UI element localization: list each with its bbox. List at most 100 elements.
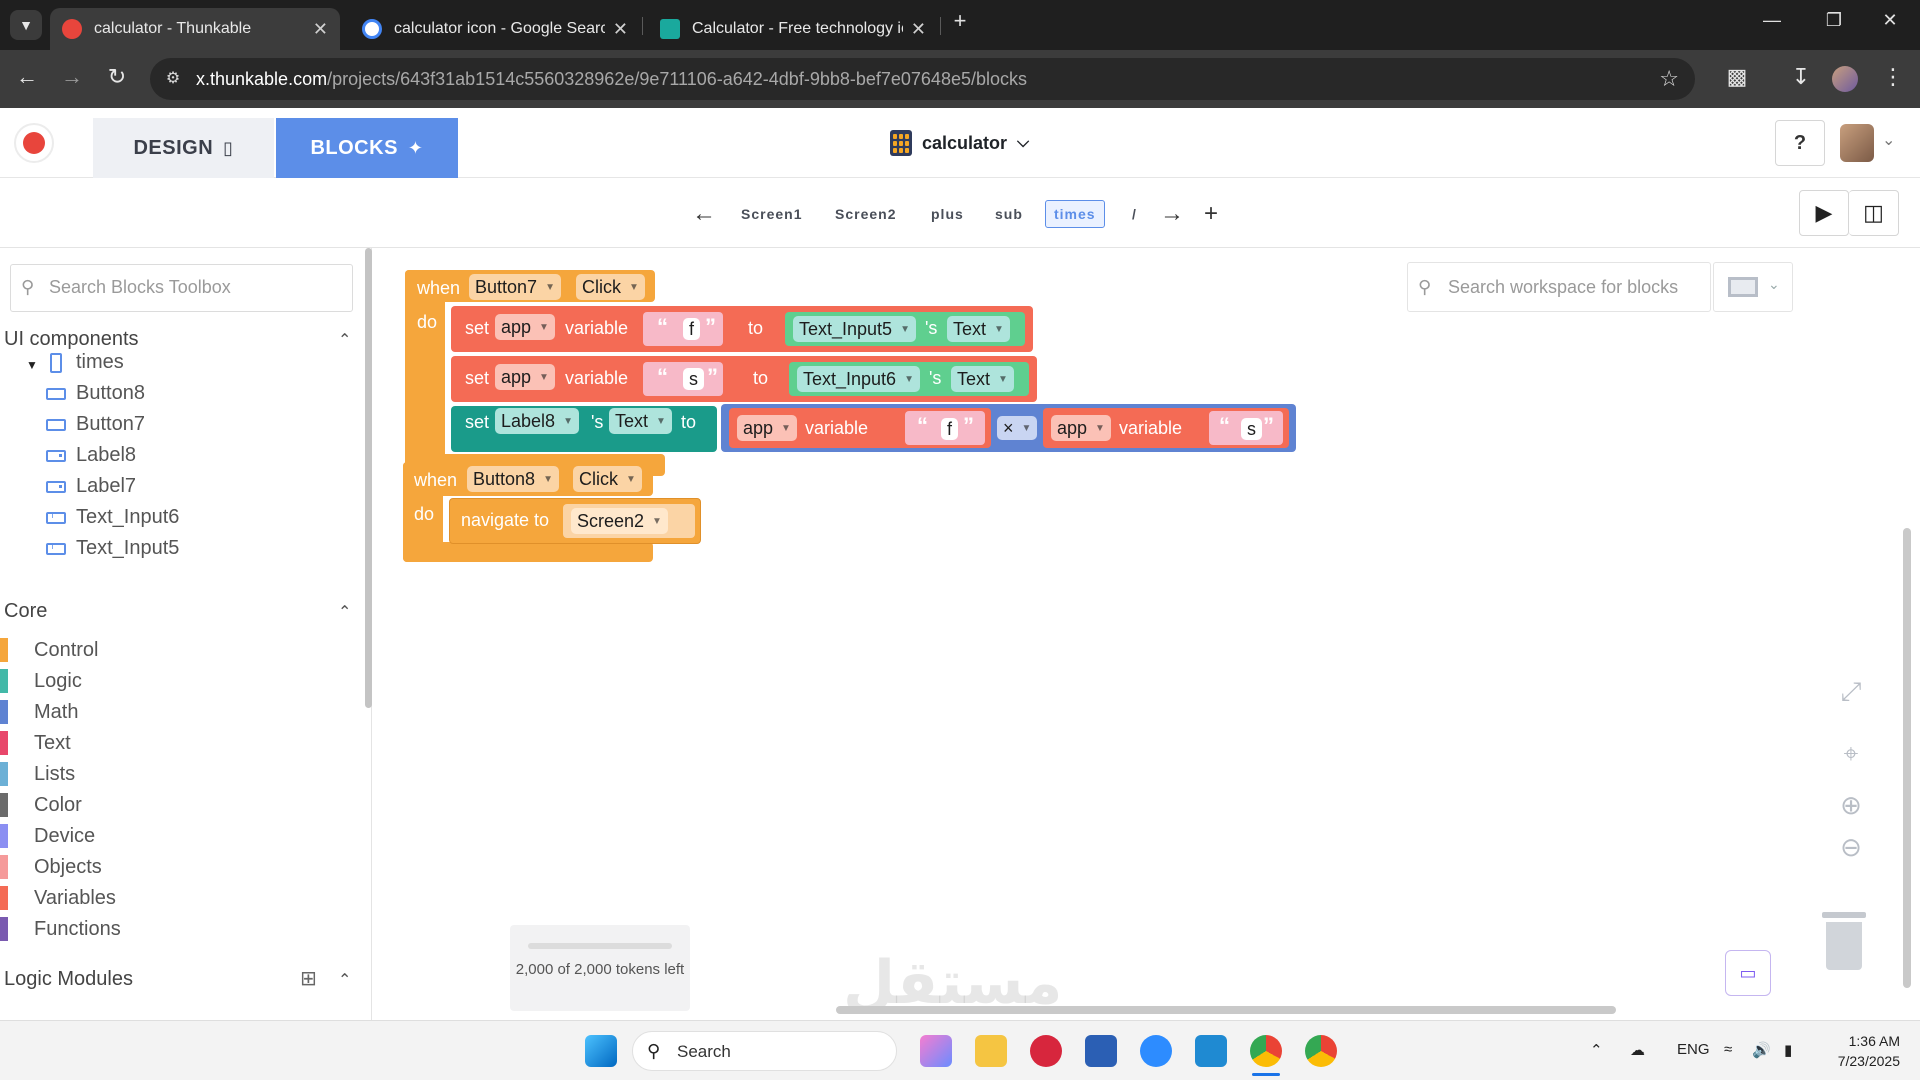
core-variables[interactable]: Variables — [0, 886, 116, 910]
zoom-in-icon[interactable]: ⊕ — [1831, 790, 1871, 821]
button8-dropdown[interactable]: Button8 ▼ — [467, 466, 559, 492]
screen-tab-times[interactable]: times — [1045, 200, 1105, 228]
collapse-chevron-icon[interactable]: ⌃ — [338, 330, 351, 350]
core-objects[interactable]: Objects — [0, 855, 102, 879]
add-module-icon[interactable]: ⊞ — [300, 966, 317, 991]
tree-button8[interactable]: Button8 — [46, 382, 145, 405]
app-scope-dropdown[interactable]: app ▼ — [495, 364, 555, 390]
variable-name-field[interactable]: f — [941, 418, 959, 440]
show-hidden-icons[interactable]: ⌃ — [1590, 1041, 1603, 1059]
core-control[interactable]: Control — [0, 638, 98, 662]
minimize-icon[interactable]: — — [1752, 10, 1792, 31]
workspace-horizontal-scrollbar[interactable] — [836, 1006, 1616, 1014]
screen2-dropdown[interactable]: Screen2 ▼ — [571, 508, 668, 534]
restore-icon[interactable]: ❐ — [1814, 10, 1854, 31]
text-input6-dropdown[interactable]: Text_Input6 ▼ — [797, 366, 920, 392]
live-test-button[interactable]: ◫ — [1849, 190, 1899, 236]
click-event-dropdown[interactable]: Click ▼ — [576, 274, 645, 300]
text-property-dropdown[interactable]: Text ▼ — [951, 366, 1014, 392]
tree-text-input6[interactable]: Text_Input6 — [46, 506, 179, 529]
core-color[interactable]: Color — [0, 793, 82, 817]
screen-tab-screen2[interactable]: Screen2 — [827, 200, 904, 228]
next-screen-arrow-icon[interactable]: → — [1160, 200, 1184, 228]
chrome-profile-icon[interactable] — [1305, 1035, 1337, 1067]
tree-screen-times[interactable]: times — [50, 351, 124, 374]
prev-screen-arrow-icon[interactable]: ← — [692, 200, 716, 228]
set-label8-text-block[interactable] — [451, 406, 717, 452]
user-avatar[interactable] — [1840, 124, 1874, 162]
reload-icon[interactable]: ↻ — [102, 64, 132, 90]
collapse-chevron-icon[interactable]: ⌃ — [338, 602, 351, 622]
core-device[interactable]: Device — [0, 824, 95, 848]
click-event-dropdown[interactable]: Click ▼ — [573, 466, 642, 492]
tab-flaticon[interactable]: Calculator - Free technology icc ✕ — [648, 8, 938, 50]
collapse-chevron-icon[interactable]: ⌃ — [338, 970, 351, 990]
label8-dropdown[interactable]: Label8 ▼ — [495, 408, 579, 434]
workspace-search-input[interactable] — [1448, 277, 1698, 298]
thunkable-logo[interactable] — [14, 123, 54, 163]
core-header[interactable]: Core — [4, 600, 47, 623]
close-tab-icon[interactable]: ✕ — [613, 19, 628, 40]
button7-dropdown[interactable]: Button7 ▼ — [469, 274, 561, 300]
core-math[interactable]: Math — [0, 700, 78, 724]
variable-name-field[interactable]: s — [1241, 418, 1262, 440]
trash-icon[interactable] — [1822, 912, 1866, 970]
app-scope-dropdown[interactable]: app ▼ — [1051, 415, 1111, 441]
core-functions[interactable]: Functions — [0, 917, 121, 941]
search-blocks-input[interactable] — [49, 277, 339, 298]
tab-google-search[interactable]: calculator icon - Google Search ✕ — [350, 8, 640, 50]
tab-thunkable[interactable]: calculator - Thunkable ✕ — [50, 8, 340, 50]
core-logic[interactable]: Logic — [0, 669, 82, 693]
design-tab-button[interactable]: DESIGN ▯ — [93, 118, 274, 178]
file-explorer-icon[interactable] — [975, 1035, 1007, 1067]
core-text[interactable]: Text — [0, 731, 71, 755]
tab-search-button[interactable]: ▼ — [10, 10, 42, 40]
text-property-dropdown[interactable]: Text ▼ — [947, 316, 1010, 342]
app-scope-dropdown[interactable]: app ▼ — [495, 314, 555, 340]
help-button[interactable]: ? — [1775, 120, 1825, 166]
preview-button[interactable]: ▶ — [1799, 190, 1849, 236]
new-tab-button[interactable]: + — [940, 8, 980, 34]
tree-label8[interactable]: Label8 — [46, 444, 136, 467]
tree-expand-caret-icon[interactable]: ▼ — [26, 358, 38, 372]
windows-start-icon[interactable] — [585, 1035, 617, 1067]
taskbar-search[interactable]: ⚲ Search — [632, 1031, 897, 1071]
multiply-operator-dropdown[interactable]: × ▼ — [997, 416, 1038, 440]
screen-tab-sub[interactable]: sub — [987, 200, 1031, 228]
workspace-vertical-scrollbar[interactable] — [1903, 528, 1911, 988]
add-screen-icon[interactable]: + — [1204, 200, 1218, 228]
language-indicator[interactable]: ENG — [1677, 1041, 1710, 1058]
core-lists[interactable]: Lists — [0, 762, 75, 786]
app-scope-dropdown[interactable]: app ▼ — [737, 415, 797, 441]
screen-tab-plus[interactable]: plus — [923, 200, 972, 228]
close-tab-icon[interactable]: ✕ — [313, 19, 328, 40]
blocks-tab-button[interactable]: BLOCKS ✦ — [276, 118, 458, 178]
copilot-icon[interactable] — [920, 1035, 952, 1067]
bookmark-star-icon[interactable]: ☆ — [1659, 66, 1679, 92]
system-clock[interactable]: 1:36 AM 7/23/2025 — [1820, 1031, 1900, 1071]
tree-text-input5[interactable]: Text_Input5 — [46, 537, 179, 560]
extensions-icon[interactable]: ▩ — [1722, 64, 1752, 90]
volume-icon[interactable]: 🔊 — [1752, 1041, 1771, 1059]
variable-name-field[interactable]: f — [683, 318, 701, 340]
office-app-icon[interactable] — [1030, 1035, 1062, 1067]
download-icon[interactable]: ↧ — [1786, 64, 1816, 90]
zoom-out-icon[interactable]: ⊖ — [1831, 832, 1871, 863]
menu-kebab-icon[interactable]: ⋮ — [1878, 64, 1908, 90]
wifi-icon[interactable]: ≈ — [1724, 1041, 1732, 1058]
search-blocks-field[interactable]: ⚲ — [10, 264, 353, 312]
project-selector[interactable]: calculator ⌵ — [890, 130, 1029, 156]
vscode-icon[interactable] — [1195, 1035, 1227, 1067]
tree-label7[interactable]: Label7 — [46, 475, 136, 498]
chevron-down-icon[interactable]: ⌄ — [1882, 130, 1895, 150]
forward-icon[interactable]: → — [57, 64, 87, 90]
workspace-view-select[interactable]: ⌄ — [1713, 262, 1793, 312]
chat-support-button[interactable]: ▭ — [1725, 950, 1771, 996]
store-icon[interactable] — [1085, 1035, 1117, 1067]
battery-icon[interactable]: ▮ — [1784, 1041, 1792, 1059]
screen-tab-screen1[interactable]: Screen1 — [733, 200, 810, 228]
tree-button7[interactable]: Button7 — [46, 413, 145, 436]
profile-avatar[interactable] — [1832, 66, 1858, 92]
omnibox[interactable]: ⚙ x.thunkable.com/projects/643f31ab1514c… — [150, 58, 1695, 100]
workspace-search-field[interactable]: ⚲ — [1407, 262, 1711, 312]
